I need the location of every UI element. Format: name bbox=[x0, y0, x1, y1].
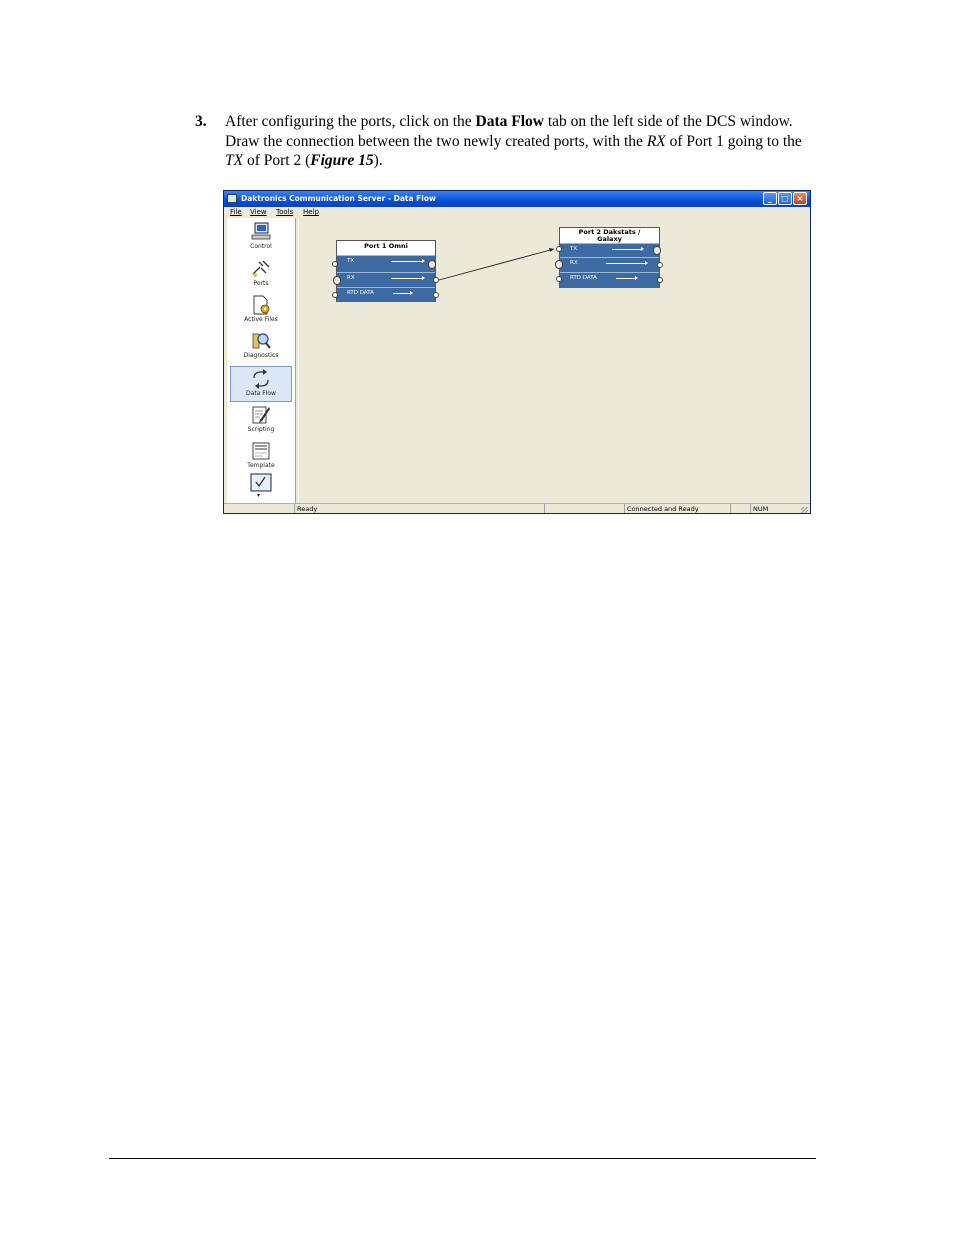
menu-bar: File View Tools Help bbox=[224, 207, 810, 217]
resize-grip[interactable] bbox=[801, 507, 808, 513]
sidebar-item-ports[interactable]: Ports bbox=[230, 257, 292, 293]
footer-rule bbox=[109, 1158, 816, 1159]
menu-view[interactable]: View bbox=[250, 208, 267, 216]
menu-help[interactable]: Help bbox=[303, 208, 319, 216]
sidebar-item-control[interactable]: Control bbox=[230, 220, 292, 256]
html-icon bbox=[252, 442, 270, 460]
pencil-icon bbox=[252, 406, 270, 424]
sidebar-item-template[interactable]: Template bbox=[230, 439, 292, 475]
minimize-button[interactable]: _ bbox=[763, 192, 777, 205]
maximize-button[interactable]: □ bbox=[778, 192, 792, 205]
window-title: Daktronics Communication Server - Data F… bbox=[241, 194, 436, 203]
sidebar: Control Ports Active Files Diagnostics D… bbox=[227, 218, 296, 503]
dcs-window-screenshot: Daktronics Communication Server - Data F… bbox=[223, 190, 811, 514]
status-bar: Ready Connected and Ready NUM bbox=[224, 503, 810, 513]
gear-file-icon bbox=[253, 295, 270, 315]
status-empty-2 bbox=[730, 504, 750, 513]
status-ready: Ready bbox=[294, 504, 544, 513]
close-button[interactable]: × bbox=[793, 192, 807, 205]
sidebar-item-checklist[interactable] bbox=[230, 471, 292, 492]
status-empty bbox=[544, 504, 624, 513]
sidebar-item-diagnostics[interactable]: Diagnostics bbox=[230, 329, 292, 365]
status-connection: Connected and Ready bbox=[624, 504, 730, 513]
sidebar-item-scripting[interactable]: Scripting bbox=[230, 403, 292, 439]
sidebar-item-data-flow[interactable]: Data Flow bbox=[230, 366, 292, 402]
step-instruction: 3. After configuring the ports, click on… bbox=[195, 112, 810, 171]
app-icon bbox=[227, 194, 237, 203]
step-number: 3. bbox=[195, 113, 207, 130]
scroll-down-arrow[interactable]: ▾ bbox=[257, 492, 260, 499]
data-flow-canvas[interactable]: Port 1 Omni TX RX RTD DATA Port 2 Daksta… bbox=[298, 218, 811, 502]
connection-line[interactable] bbox=[299, 218, 811, 502]
step-text: After configuring the ports, click on th… bbox=[225, 113, 802, 169]
magnifier-icon bbox=[252, 333, 271, 349]
menu-file[interactable]: File bbox=[230, 208, 242, 216]
title-bar: Daktronics Communication Server - Data F… bbox=[224, 191, 810, 207]
sidebar-item-active-files[interactable]: Active Files bbox=[230, 293, 292, 329]
status-num: NUM bbox=[750, 504, 798, 513]
computer-icon bbox=[251, 222, 271, 240]
plug-icon bbox=[252, 260, 270, 277]
arrows-icon bbox=[253, 369, 269, 389]
menu-tools[interactable]: Tools bbox=[276, 208, 293, 216]
checklist-icon bbox=[250, 473, 272, 492]
